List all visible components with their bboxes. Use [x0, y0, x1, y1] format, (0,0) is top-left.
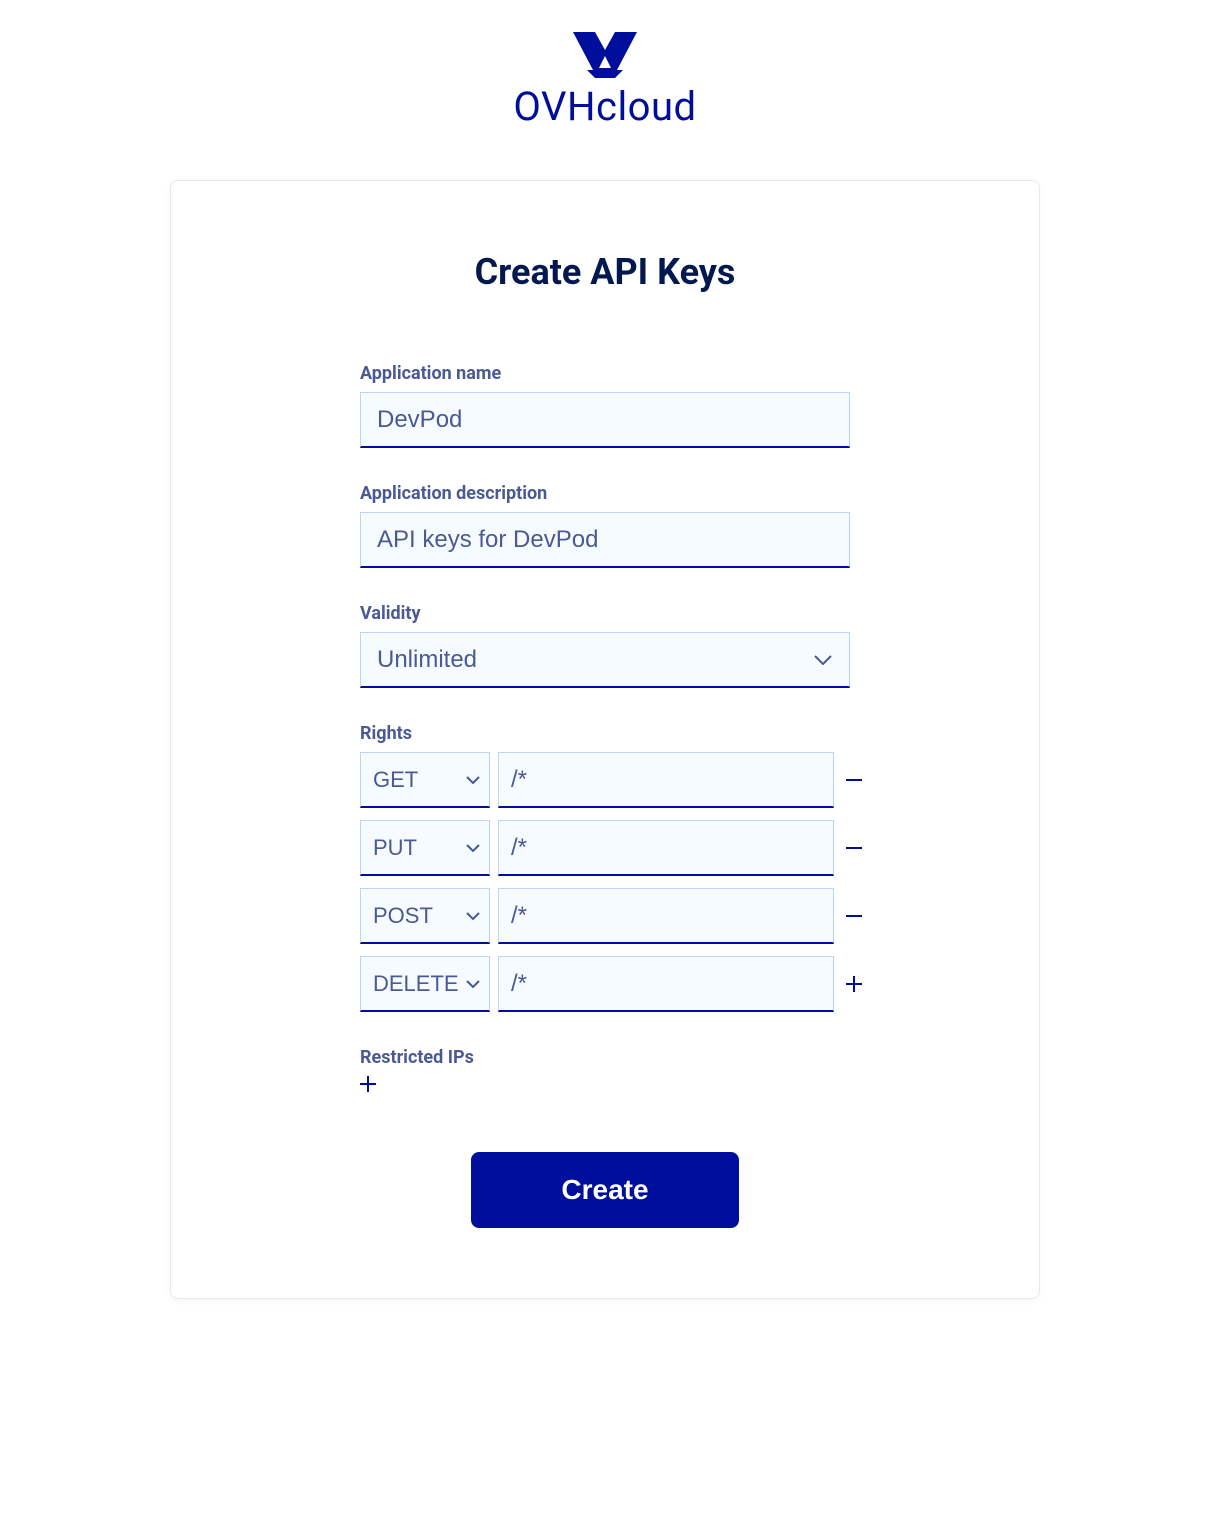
submit-container: Create [231, 1152, 979, 1228]
validity-group: Validity Unlimited [360, 603, 850, 688]
add-restricted-ip-button[interactable] [360, 1076, 384, 1092]
ovhcloud-logo: OVHcloud [513, 30, 696, 130]
form-container: Application name Application description… [360, 363, 850, 1092]
validity-select[interactable]: Unlimited [360, 632, 850, 688]
app-description-label: Application description [360, 483, 850, 504]
method-select-wrapper: PUT [360, 820, 490, 876]
logo-text: OVHcloud [513, 83, 696, 130]
app-name-group: Application name [360, 363, 850, 448]
rights-rows-container: GET PUT POST DELETE [360, 752, 850, 1012]
logo-container: OVHcloud [60, 30, 1150, 130]
app-description-group: Application description [360, 483, 850, 568]
minus-icon [846, 915, 862, 917]
page-title: Create API Keys [231, 251, 979, 293]
method-select[interactable]: POST [360, 888, 490, 944]
rights-row: PUT [360, 820, 850, 876]
plus-icon [846, 976, 862, 992]
path-input[interactable] [498, 888, 834, 944]
remove-right-button[interactable] [842, 847, 866, 849]
create-api-keys-card: Create API Keys Application name Applica… [170, 180, 1040, 1299]
remove-right-button[interactable] [842, 779, 866, 781]
ovhcloud-logo-icon [565, 30, 645, 78]
minus-icon [846, 779, 862, 781]
validity-select-wrapper: Unlimited [360, 632, 850, 688]
validity-label: Validity [360, 603, 850, 624]
rights-row: DELETE [360, 956, 850, 1012]
method-select[interactable]: DELETE [360, 956, 490, 1012]
path-input[interactable] [498, 752, 834, 808]
rights-group: Rights GET PUT POST DELETE [360, 723, 850, 1012]
remove-right-button[interactable] [842, 915, 866, 917]
path-input[interactable] [498, 956, 834, 1012]
app-name-label: Application name [360, 363, 850, 384]
rights-row: GET [360, 752, 850, 808]
app-description-input[interactable] [360, 512, 850, 568]
method-select-wrapper: DELETE [360, 956, 490, 1012]
path-input[interactable] [498, 820, 834, 876]
add-right-button[interactable] [842, 976, 866, 992]
plus-icon [360, 1076, 376, 1092]
method-select[interactable]: GET [360, 752, 490, 808]
app-name-input[interactable] [360, 392, 850, 448]
method-select[interactable]: PUT [360, 820, 490, 876]
create-button[interactable]: Create [471, 1152, 738, 1228]
rights-label: Rights [360, 723, 850, 744]
method-select-wrapper: POST [360, 888, 490, 944]
rights-row: POST [360, 888, 850, 944]
restricted-ips-label: Restricted IPs [360, 1047, 850, 1068]
method-select-wrapper: GET [360, 752, 490, 808]
restricted-ips-group: Restricted IPs [360, 1047, 850, 1092]
minus-icon [846, 847, 862, 849]
